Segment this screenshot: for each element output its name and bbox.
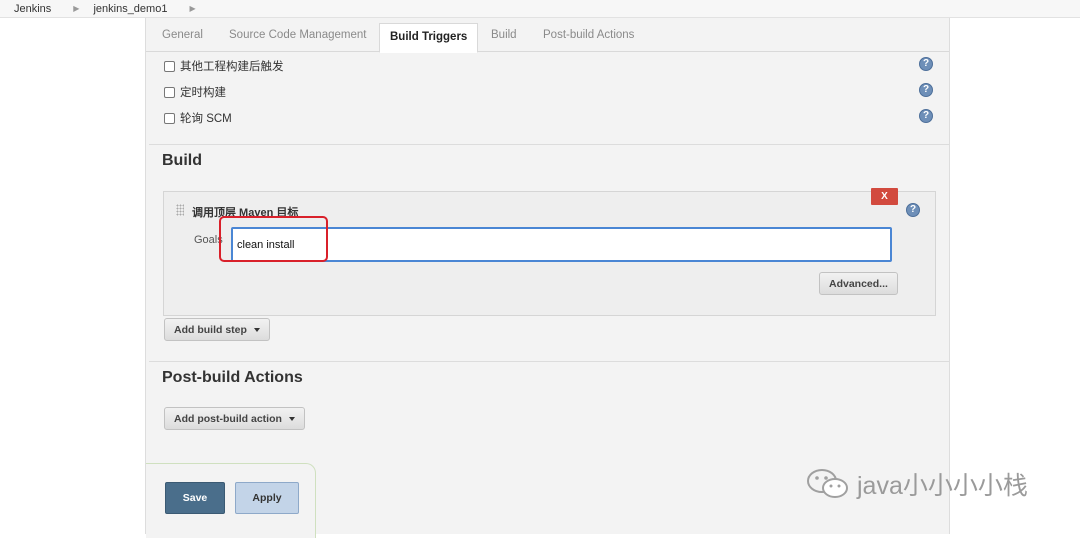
section-divider [149,361,949,362]
trigger-label: 其他工程构建后触发 [180,61,284,73]
goals-input[interactable] [231,227,892,262]
apply-button[interactable]: Apply [235,482,299,514]
help-icon[interactable]: ? [919,83,933,97]
breadcrumb-item-job[interactable]: jenkins_demo1 [93,3,167,15]
help-icon[interactable]: ? [919,57,933,71]
goals-label: Goals [194,234,223,246]
tab-bar: General Source Code Management Build Tri… [146,18,949,53]
drag-handle-icon[interactable] [176,204,184,216]
section-divider [149,144,949,145]
chevron-right-icon[interactable]: ▶ [73,4,79,13]
maven-build-step: 调用顶层 Maven 目标 Goals Advanced... [163,191,936,316]
tab-build-triggers[interactable]: Build Triggers [379,23,479,53]
tab-post-build-actions[interactable]: Post-build Actions [543,29,634,41]
watermark: java小小小小栈 [805,466,1028,502]
trigger-row: 其他工程构建后触发 [164,58,284,74]
build-section-title: Build [162,152,202,169]
caret-down-icon [288,416,295,421]
advanced-button[interactable]: Advanced... [819,272,898,295]
wechat-icon [807,469,848,498]
build-step-title: 调用顶层 Maven 目标 [192,207,299,219]
trigger-periodic-build-checkbox[interactable] [164,86,175,98]
breadcrumb-item-jenkins[interactable]: Jenkins [14,3,51,15]
help-icon[interactable]: ? [919,109,933,123]
tab-general[interactable]: General [162,29,203,41]
post-build-section-title: Post-build Actions [162,369,303,386]
trigger-row: 定时构建 [164,84,226,100]
trigger-poll-scm-checkbox[interactable] [164,112,175,124]
tab-build[interactable]: Build [491,29,517,41]
watermark-text: java小小小小栈 [857,472,1028,500]
breadcrumb: Jenkins ▶ jenkins_demo1 ▶ [0,0,1080,18]
delete-step-button[interactable]: X [871,188,898,205]
trigger-row: 轮询 SCM [164,110,232,126]
trigger-label: 定时构建 [180,87,226,99]
save-button[interactable]: Save [165,482,225,514]
add-post-build-action-label: Add post-build action [174,412,282,425]
add-build-step-button[interactable]: Add build step [164,318,270,341]
chevron-right-icon[interactable]: ▶ [189,4,195,13]
help-icon[interactable]: ? [906,203,920,217]
caret-down-icon [253,327,260,332]
tab-source-code-management[interactable]: Source Code Management [229,29,366,41]
trigger-after-other-projects-checkbox[interactable] [164,60,175,72]
trigger-label: 轮询 SCM [180,113,232,125]
config-panel: General Source Code Management Build Tri… [145,18,950,538]
add-post-build-action-button[interactable]: Add post-build action [164,407,305,430]
add-build-step-label: Add build step [174,323,247,336]
